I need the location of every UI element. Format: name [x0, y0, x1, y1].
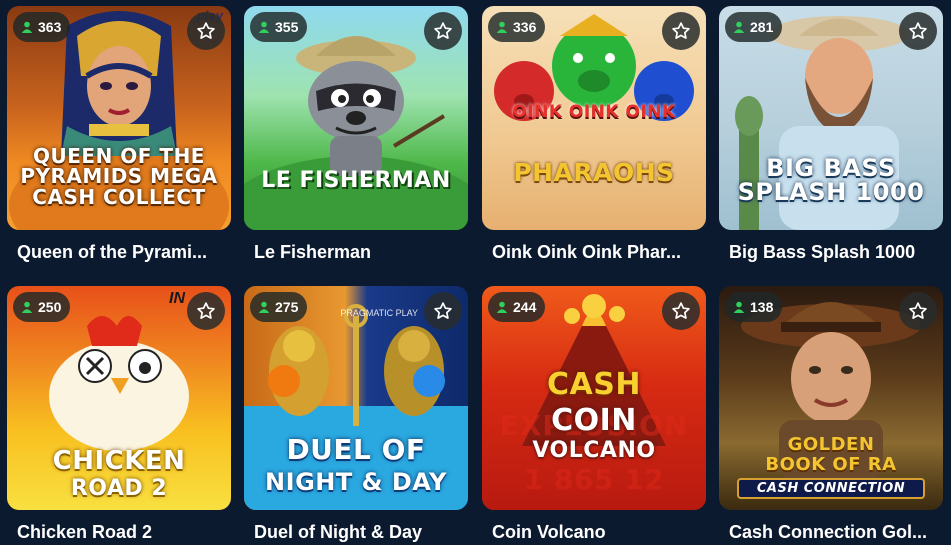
- player-count: 363: [38, 19, 62, 35]
- game-thumbnail[interactable]: QUEEN OF THE PYRAMIDS MEGA CASH COLLECT …: [7, 6, 231, 230]
- game-title[interactable]: Queen of the Pyrami...: [17, 242, 231, 263]
- game-card-cash-connection-golden-book-of-ra[interactable]: GOLDEN BOOK OF RA CASH CONNECTION 138 Ca…: [719, 286, 943, 542]
- game-logo-mid: COIN: [551, 403, 637, 438]
- player-count-badge: 336: [488, 12, 546, 42]
- player-count-badge: 355: [250, 12, 308, 42]
- game-thumbnail[interactable]: BIG BASS SPLASH 1000 281: [719, 6, 943, 230]
- player-count: 336: [513, 19, 537, 35]
- star-outline-icon: [672, 302, 690, 319]
- game-title[interactable]: Cash Connection Gol...: [729, 522, 943, 543]
- game-logo-text: LE FISHERMAN: [261, 168, 451, 193]
- player-count: 355: [275, 19, 299, 35]
- star-outline-icon: [909, 22, 927, 39]
- star-outline-icon: [197, 302, 215, 319]
- person-icon: [21, 301, 33, 313]
- game-logo-text: BIG BASS SPLASH 1000: [737, 154, 925, 207]
- game-thumbnail[interactable]: GOLDEN BOOK OF RA CASH CONNECTION 138: [719, 286, 943, 510]
- player-count-badge: 363: [13, 12, 71, 42]
- favorite-button[interactable]: [662, 292, 700, 330]
- person-icon: [21, 21, 33, 33]
- game-title[interactable]: Big Bass Splash 1000: [729, 242, 943, 263]
- star-outline-icon: [909, 302, 927, 319]
- person-icon: [258, 301, 270, 313]
- person-icon: [496, 21, 508, 33]
- player-count-badge: 275: [250, 292, 308, 322]
- favorite-button[interactable]: [899, 12, 937, 50]
- game-card-duel-of-night-and-day[interactable]: DUEL OF NIGHT & DAY PRAGMATIC PLAY 275 D…: [244, 286, 468, 542]
- game-card-queen-of-the-pyramids[interactable]: QUEEN OF THE PYRAMIDS MEGA CASH COLLECT …: [7, 6, 231, 262]
- favorite-button[interactable]: [424, 292, 462, 330]
- game-thumbnail[interactable]: EXPLOSION 1 865 12 CASH COIN VOLCANO 244: [482, 286, 706, 510]
- star-outline-icon: [434, 22, 452, 39]
- favorite-button[interactable]: [424, 12, 462, 50]
- player-count-badge: 250: [13, 292, 71, 322]
- player-count: 138: [750, 299, 774, 315]
- game-card-oink-oink-oink-pharaohs[interactable]: OINK OINK OINK PHARAOHS 336 Oink Oink Oi…: [482, 6, 706, 262]
- game-card-chicken-road-2[interactable]: CHICKEN ROAD 2 IN 250 Chicken Road 2: [7, 286, 231, 542]
- person-icon: [496, 301, 508, 313]
- game-title[interactable]: Duel of Night & Day: [254, 522, 468, 543]
- favorite-button[interactable]: [187, 292, 225, 330]
- game-card-coin-volcano[interactable]: EXPLOSION 1 865 12 CASH COIN VOLCANO 244…: [482, 286, 706, 542]
- favorite-button[interactable]: [187, 12, 225, 50]
- player-count: 244: [513, 299, 537, 315]
- game-thumbnail[interactable]: CHICKEN ROAD 2 IN 250: [7, 286, 231, 510]
- game-logo-bottom: PHARAOHS: [513, 158, 675, 187]
- game-logo-bottom: ROAD 2: [70, 476, 168, 501]
- game-thumbnail[interactable]: LE FISHERMAN 355: [244, 6, 468, 230]
- game-logo-top: OINK OINK OINK: [512, 102, 676, 122]
- game-thumbnail[interactable]: DUEL OF NIGHT & DAY PRAGMATIC PLAY 275: [244, 286, 468, 510]
- provider-mark: PRAGMATIC PLAY: [340, 308, 418, 318]
- player-count-badge: 138: [725, 292, 783, 322]
- game-logo-top: GOLDEN: [787, 434, 875, 455]
- game-logo-text: QUEEN OF THE PYRAMIDS MEGA CASH COLLECT: [20, 144, 218, 209]
- game-grid: QUEEN OF THE PYRAMIDS MEGA CASH COLLECT …: [0, 0, 951, 545]
- game-card-le-fisherman[interactable]: LE FISHERMAN 355 Le Fisherman: [244, 6, 468, 262]
- game-thumbnail[interactable]: OINK OINK OINK PHARAOHS 336: [482, 6, 706, 230]
- provider-mark: IN: [169, 290, 185, 307]
- game-logo-bottom: CASH CONNECTION: [737, 478, 925, 500]
- game-title[interactable]: Chicken Road 2: [17, 522, 231, 543]
- person-icon: [258, 21, 270, 33]
- game-card-big-bass-splash-1000[interactable]: BIG BASS SPLASH 1000 281 Big Bass Splash…: [719, 6, 943, 262]
- game-logo-top: DUEL OF: [286, 433, 426, 466]
- person-icon: [733, 21, 745, 33]
- star-outline-icon: [672, 22, 690, 39]
- game-logo-top: CHICKEN: [52, 446, 186, 476]
- game-title[interactable]: Le Fisherman: [254, 242, 468, 263]
- favorite-button[interactable]: [899, 292, 937, 330]
- player-count: 275: [275, 299, 299, 315]
- game-title[interactable]: Oink Oink Oink Phar...: [492, 242, 706, 263]
- game-logo-bottom: NIGHT & DAY: [265, 468, 447, 496]
- game-logo-top: CASH: [547, 367, 641, 402]
- game-logo-bottom: VOLCANO: [532, 438, 656, 463]
- game-title[interactable]: Coin Volcano: [492, 522, 706, 543]
- player-count-badge: 281: [725, 12, 783, 42]
- favorite-button[interactable]: [662, 12, 700, 50]
- star-outline-icon: [197, 22, 215, 39]
- background-jackpot-number: 1 865 12: [523, 463, 665, 496]
- player-count: 281: [750, 19, 774, 35]
- player-count: 250: [38, 299, 62, 315]
- game-logo-mid: BOOK OF RA: [765, 454, 897, 475]
- person-icon: [733, 301, 745, 313]
- player-count-badge: 244: [488, 292, 546, 322]
- star-outline-icon: [434, 302, 452, 319]
